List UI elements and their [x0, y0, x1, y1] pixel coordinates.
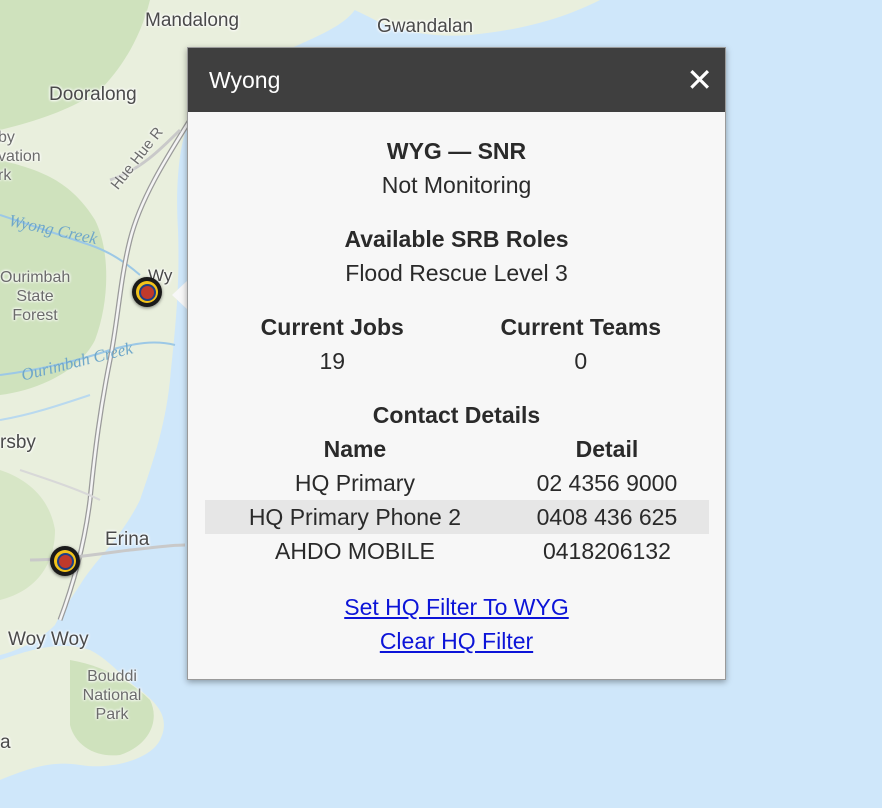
popup-title: Wyong — [209, 66, 281, 93]
contact-detail: 0408 436 625 — [505, 500, 709, 534]
set-hq-filter-link[interactable]: Set HQ Filter To WYG — [344, 594, 569, 620]
place-label: by vation rk — [0, 129, 41, 184]
place-label: Mandalong — [145, 10, 240, 31]
contact-name: HQ Primary — [294, 469, 415, 496]
place-label: Erina — [105, 529, 150, 550]
roles-heading: Available SRB Roles — [344, 226, 569, 252]
close-icon[interactable]: ✕ — [686, 64, 713, 96]
hq-marker-erina[interactable] — [50, 546, 80, 576]
popup-header: Wyong ✕ — [188, 48, 725, 112]
unit-code: WYG — SNR — [386, 138, 527, 164]
column-header-detail: Detail — [575, 435, 639, 462]
roles-value: Flood Rescue Level 3 — [345, 260, 568, 286]
place-label: Gwandalan — [377, 16, 474, 37]
place-label: Dooralong — [49, 84, 137, 105]
contact-name: AHDO MOBILE — [275, 537, 435, 564]
jobs-value: 19 — [319, 348, 346, 374]
popup-pointer — [172, 280, 188, 310]
table-row: AHDO MOBILE 0418206132 — [205, 534, 709, 568]
column-header-name: Name — [323, 435, 387, 462]
jobs-heading: Current Jobs — [260, 314, 404, 340]
table-row: HQ Primary Phone 2 0408 436 625 — [204, 500, 709, 534]
contact-heading: Contact Details — [372, 402, 541, 428]
table-row: HQ Primary 02 4356 9000 — [205, 466, 709, 500]
teams-heading: Current Teams — [500, 314, 662, 340]
hq-marker-wyong[interactable] — [132, 277, 162, 307]
place-label: a — [0, 732, 11, 753]
clear-hq-filter-link[interactable]: Clear HQ Filter — [380, 628, 533, 654]
contact-detail: 02 4356 9000 — [536, 469, 678, 496]
place-label: rsby — [0, 432, 36, 453]
contact-name: HQ Primary Phone 2 — [204, 500, 506, 534]
popup-body: WYG — SNR Not Monitoring Available SRB R… — [188, 112, 725, 658]
contact-detail: 0418206132 — [542, 537, 671, 564]
unit-status: Not Monitoring — [381, 172, 532, 198]
contacts-table: Name Detail HQ Primary 02 4356 9000 HQ P… — [204, 432, 709, 568]
teams-value: 0 — [574, 348, 588, 374]
place-label: Woy Woy — [8, 629, 89, 650]
ses-badge-icon — [136, 281, 158, 303]
ses-badge-icon — [54, 550, 76, 572]
hq-popup: Wyong ✕ WYG — SNR Not Monitoring Availab… — [187, 47, 726, 680]
stats-row: Current Jobs 19 Current Teams 0 — [188, 310, 725, 378]
place-label: Bouddi National Park — [82, 668, 142, 723]
place-label: Ourimbah State Forest — [0, 269, 71, 324]
